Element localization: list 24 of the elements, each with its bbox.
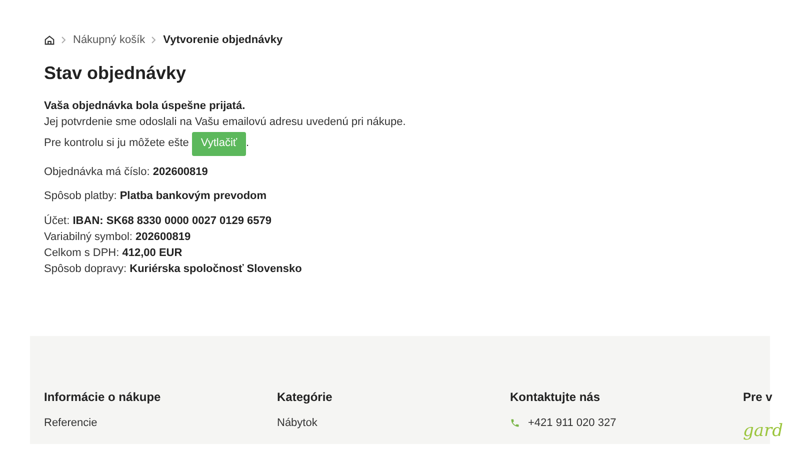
footer-link[interactable]: Referencie [44, 414, 277, 431]
footer-heading: Informácie o nákupe [44, 388, 162, 404]
order-detail: Variabilný symbol: 202600819 [44, 230, 192, 244]
phone-link[interactable]: +421 911 020 327 [528, 414, 616, 431]
order-detail: Spôsob dopravy: Kuriérska spoločnosť Slovensko [44, 262, 303, 276]
page-title: Stav objednávky [44, 62, 188, 84]
breadcrumb-link[interactable]: Nákupný košík [73, 32, 146, 48]
confirmation-text: Jej potvrdenie sme odoslali na Vašu emailovú adresu uvedenú pri nákupe. [44, 114, 407, 130]
home-icon[interactable] [44, 34, 55, 46]
order-detail: Celkom s DPH: 412,00 EUR [44, 246, 184, 260]
order-number: Objednávka má číslo: 202600819 [44, 164, 209, 180]
phone-icon [510, 418, 520, 428]
order-detail: Účet: IBAN: SK68 8330 0000 0027 0129 6579 [44, 214, 273, 228]
success-message: Vaša objednávka bola úspešne prijatá. [44, 98, 246, 114]
period-text: . [246, 136, 250, 152]
breadcrumb-current: Vytvorenie objednávky [163, 33, 283, 48]
print-text: Pre kontrolu si ju môžete ešte [44, 136, 189, 152]
payment-method: Spôsob platby: Platba bankovým prevodom [44, 188, 268, 204]
footer-heading: Pre v [743, 388, 774, 404]
chevron-icon [151, 36, 158, 44]
footer-heading: Kontaktujte nás [510, 388, 602, 404]
footer-heading: Kategórie [277, 388, 334, 404]
footer-link[interactable]: Nábytok [277, 414, 510, 431]
chevron-icon [61, 36, 67, 44]
